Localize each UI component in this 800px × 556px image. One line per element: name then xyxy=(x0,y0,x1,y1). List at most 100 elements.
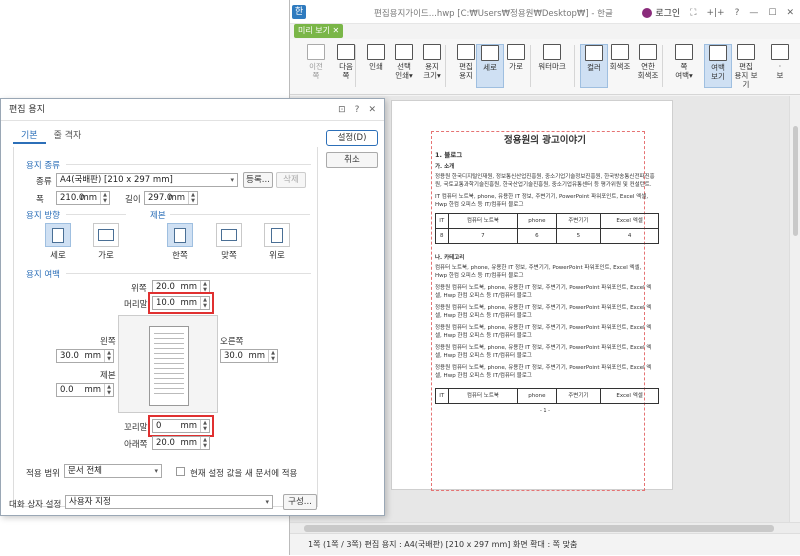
length-input[interactable]: 297.0 mm ▲ ▼ xyxy=(144,191,198,205)
ribbon-label: 인쇄 xyxy=(369,62,383,71)
tab-line-grid[interactable]: 줄 격자 xyxy=(46,128,90,144)
spin-icon[interactable]: ▲ ▼ xyxy=(200,437,209,449)
maximize-icon[interactable]: ☐ xyxy=(768,8,776,18)
bottom-margin-input[interactable]: 20.0 mm ▲ ▼ xyxy=(152,436,210,450)
ribbon-label: 세로 xyxy=(483,63,497,72)
paper-type-select[interactable]: A4(국배판) [210 x 297 mm] ▾ xyxy=(56,173,238,187)
delete-button[interactable]: 삭제 xyxy=(276,172,306,188)
register-button[interactable]: 등록... xyxy=(243,172,273,188)
edit-paper-icon xyxy=(457,44,475,60)
more-button[interactable]: · 보 xyxy=(766,44,794,88)
paper-size-button[interactable]: 용지 크기▾ xyxy=(418,44,446,88)
tab-preview[interactable]: 미리 보기 ✕ xyxy=(294,24,344,38)
doc-paragraph: 정용원 컴퓨터 노트북, phone, 유용한 IT 정보, 주변기기, Pow… xyxy=(435,305,652,319)
binding-top-label: 위로 xyxy=(269,251,285,261)
ribbon-label: 연한 회색조 xyxy=(637,62,659,80)
horizontal-scrollbar[interactable] xyxy=(290,522,800,533)
minimize-icon[interactable]: — xyxy=(749,8,758,18)
preview-page xyxy=(149,326,189,406)
binding-facing-button[interactable] xyxy=(216,223,242,247)
orientation-portrait-button[interactable] xyxy=(45,223,71,247)
gutter-input[interactable]: 0.0 mm ▲ ▼ xyxy=(56,383,114,397)
watermark-button[interactable]: 워터마크 xyxy=(538,44,566,88)
top-margin-label: 위쪽 xyxy=(131,284,147,294)
binding-facing-label: 맞쪽 xyxy=(221,251,237,261)
scroll-thumb[interactable] xyxy=(304,525,774,532)
compose-button[interactable]: 구성... xyxy=(283,494,317,510)
ribbon-label: 가로 xyxy=(509,62,523,71)
table-cell: phone xyxy=(517,213,557,229)
vertical-scrollbar[interactable] xyxy=(789,96,800,522)
binding-top-button[interactable] xyxy=(264,223,290,247)
edit-paper-view-icon xyxy=(737,44,755,60)
footer-margin-label: 꼬리말 xyxy=(124,423,148,433)
edit-paper-view-button[interactable]: 편집 용지 보기 xyxy=(732,44,760,89)
section-margins: 용지 여백 xyxy=(26,270,60,280)
select-print-icon xyxy=(395,44,413,60)
prev-page-button[interactable]: 이전 쪽 xyxy=(302,44,330,88)
spin-icon[interactable]: ▲ ▼ xyxy=(268,350,277,362)
fullscreen-icon[interactable]: ⛶ xyxy=(690,8,696,18)
cancel-button[interactable]: 취소 xyxy=(326,152,378,168)
ribbon-label: 회색조 xyxy=(609,62,631,71)
login-button[interactable]: 로그인 xyxy=(642,6,680,19)
type-label: 종류 xyxy=(36,177,52,187)
spin-icon[interactable]: ▲ ▼ xyxy=(188,192,197,204)
light-grayscale-button[interactable]: 연한 회색조 xyxy=(634,44,662,88)
landscape-button[interactable]: 가로 xyxy=(502,44,530,88)
table-cell: phone xyxy=(517,388,557,404)
divider xyxy=(170,214,310,215)
width-input[interactable]: 210.0 mm ▲ ▼ xyxy=(56,191,110,205)
doc-paragraph: 정용원 컴퓨터 노트북, phone, 유용한 IT 정보, 주변기기, Pow… xyxy=(435,365,652,379)
next-page-button[interactable]: 다음 쪽 xyxy=(332,44,360,88)
section-paper-type: 용지 종류 xyxy=(26,161,60,171)
ribbon-label: 다음 쪽 xyxy=(339,62,353,80)
title-bar-controls: 로그인 ⛶ +|+ ? — ☐ ✕ xyxy=(642,6,794,19)
scroll-thumb[interactable] xyxy=(793,126,798,236)
length-label: 길이 xyxy=(125,195,141,205)
spin-icon[interactable]: ▲ ▼ xyxy=(104,350,113,362)
close-icon[interactable]: ✕ xyxy=(368,99,376,121)
tab-close-icon[interactable]: ✕ xyxy=(333,26,340,35)
table-cell: Excel 엑셀 xyxy=(600,388,659,404)
tab-basic[interactable]: 기본 xyxy=(13,128,46,144)
select-print-button[interactable]: 선택 인쇄▾ xyxy=(390,44,418,88)
paper-size-icon xyxy=(423,44,441,60)
apply-scope-select[interactable]: 문서 전체 ▾ xyxy=(64,464,162,478)
margin-view-button[interactable]: 여백 보기 xyxy=(704,44,732,88)
binding-single-button[interactable] xyxy=(167,223,193,247)
apply-scope-label: 적용 범위 xyxy=(26,469,60,479)
help-icon[interactable]: ? xyxy=(735,8,740,18)
prev-page-icon xyxy=(307,44,325,60)
split-icon[interactable]: +|+ xyxy=(706,8,724,18)
print-button[interactable]: 인쇄 xyxy=(362,44,390,88)
right-margin-label: 오른쪽 xyxy=(220,337,244,347)
dialog-settings-select[interactable]: 사용자 지정 ▾ xyxy=(65,495,273,509)
doc-title: 정용원의 광고이야기 xyxy=(504,135,586,146)
right-margin-input[interactable]: 30.0 mm ▲ ▼ xyxy=(220,349,278,363)
doc-paragraph: 정용원 컴퓨터 노트북, phone, 유용한 IT 정보, 주변기기, Pow… xyxy=(435,345,652,359)
header-margin-label: 머리말 xyxy=(124,300,148,310)
grayscale-button[interactable]: 회색조 xyxy=(606,44,634,88)
help-icon[interactable]: ? xyxy=(355,99,360,121)
doc-subheading: 나. 카테고리 xyxy=(435,255,465,261)
bottom-margin-label: 아래쪽 xyxy=(124,440,148,450)
close-icon[interactable]: ✕ xyxy=(786,8,794,18)
orientation-landscape-button[interactable] xyxy=(93,223,119,247)
ok-button[interactable]: 설정(D) xyxy=(326,130,378,146)
orientation-landscape-label: 가로 xyxy=(98,251,114,261)
document-page: 정용원의 광고이야기 1. 블로그 가. 소개 정용원 한국디지털인재원, 정보… xyxy=(391,100,673,491)
page-margin-button[interactable]: 쪽 여백▾ xyxy=(670,44,698,88)
watermark-icon xyxy=(543,44,561,60)
portrait-page-icon xyxy=(52,227,64,243)
left-margin-input[interactable]: 30.0 mm ▲ ▼ xyxy=(56,349,114,363)
chevron-down-icon: ▾ xyxy=(154,467,158,475)
spin-icon[interactable]: ▲ ▼ xyxy=(104,384,113,396)
ribbon-label: 선택 인쇄▾ xyxy=(395,62,413,80)
color-button[interactable]: 컬러 xyxy=(580,44,608,88)
binding-facing-icon xyxy=(221,229,237,241)
dialog-layout-icon[interactable]: ⊡ xyxy=(338,99,346,121)
portrait-button[interactable]: 세로 xyxy=(476,44,504,88)
spin-icon[interactable]: ▲ ▼ xyxy=(100,192,109,204)
apply-default-checkbox[interactable] xyxy=(176,467,185,476)
